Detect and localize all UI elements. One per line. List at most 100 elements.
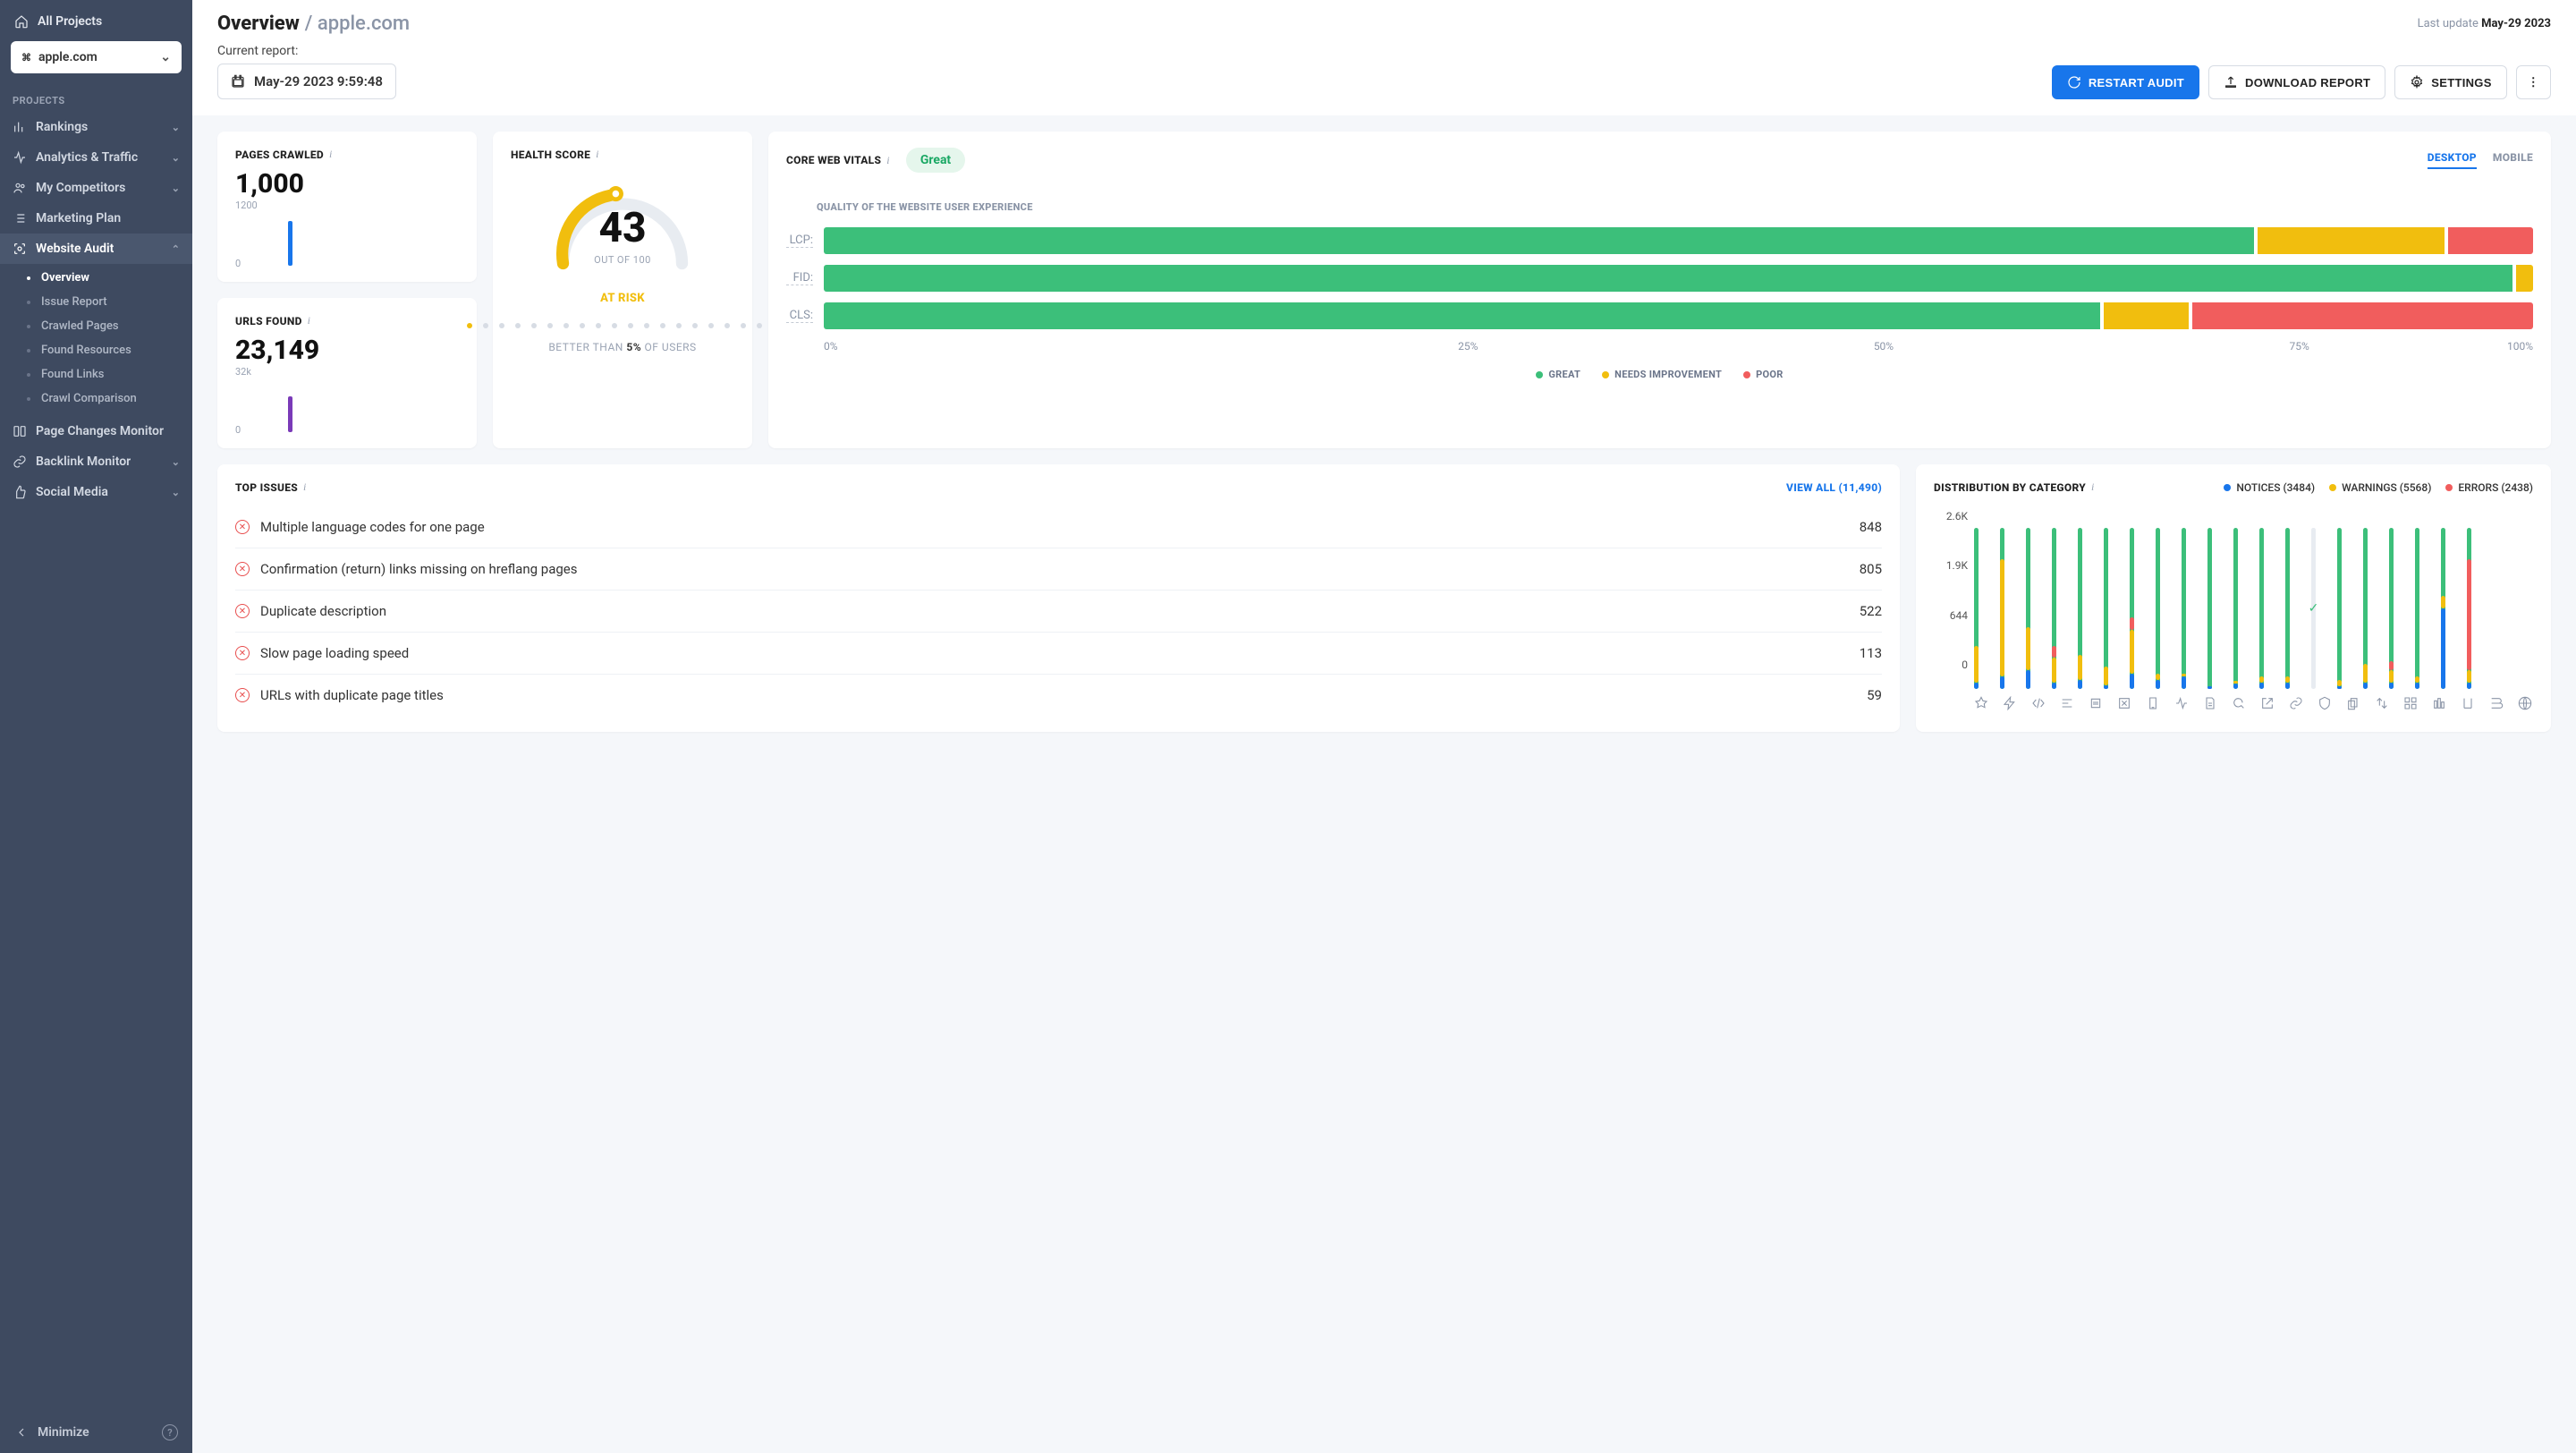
- nav-backlink[interactable]: Backlink Monitor ⌄: [0, 446, 192, 477]
- issue-name: Slow page loading speed: [260, 645, 409, 661]
- category-icon[interactable]: [2059, 696, 2075, 710]
- activity-icon: [13, 150, 27, 165]
- upload-icon: [2224, 75, 2238, 89]
- view-all-link[interactable]: VIEW ALL (11,490): [1786, 481, 1882, 494]
- category-icon[interactable]: [2345, 696, 2361, 710]
- info-icon[interactable]: i: [2091, 480, 2095, 494]
- sub-found-resources[interactable]: Found Resources: [0, 338, 192, 362]
- help-icon[interactable]: ?: [162, 1424, 178, 1440]
- dist-col: [2466, 528, 2472, 689]
- dist-col: [1999, 528, 2005, 689]
- cwv-axis: 0%25%50%75%100%: [824, 340, 2533, 353]
- category-icon[interactable]: [2002, 696, 2018, 710]
- sidebar: All Projects ⌘ apple.com ⌄ PROJECTS Rank…: [0, 0, 192, 1453]
- dist-col: [2051, 528, 2057, 689]
- info-icon[interactable]: i: [329, 148, 333, 161]
- issue-row[interactable]: ✕ Confirmation (return) links missing on…: [235, 548, 1882, 591]
- category-icon[interactable]: [2431, 696, 2447, 710]
- link-icon: [13, 455, 27, 469]
- home-icon: [14, 14, 29, 29]
- sub-crawl-comparison[interactable]: Crawl Comparison: [0, 387, 192, 411]
- category-icon[interactable]: [2488, 696, 2504, 710]
- dist-col: [2181, 528, 2187, 689]
- card-title: DISTRIBUTION BY CATEGORY: [1934, 481, 2086, 494]
- nav-website-audit[interactable]: Website Audit ⌃: [0, 234, 192, 264]
- nav-competitors[interactable]: My Competitors ⌄: [0, 173, 192, 203]
- category-icon[interactable]: [2460, 696, 2476, 710]
- nav-marketing[interactable]: Marketing Plan: [0, 203, 192, 234]
- report-date-picker[interactable]: May-29 2023 9:59:48: [217, 64, 396, 99]
- columns-icon: [13, 424, 27, 438]
- current-report-label: Current report:: [217, 44, 396, 58]
- more-menu-button[interactable]: ⋮: [2516, 65, 2551, 99]
- info-icon[interactable]: i: [308, 314, 311, 327]
- category-icon[interactable]: [2317, 696, 2333, 710]
- issue-name: Confirmation (return) links missing on h…: [260, 561, 577, 577]
- issue-row[interactable]: ✕ Slow page loading speed 113: [235, 633, 1882, 675]
- nav-label: Analytics & Traffic: [36, 150, 138, 165]
- cwv-row: LCP:: [786, 227, 2533, 254]
- info-icon[interactable]: i: [886, 154, 890, 167]
- calendar-icon: [231, 74, 245, 89]
- issue-row[interactable]: ✕ Multiple language codes for one page 8…: [235, 506, 1882, 548]
- nav-rankings[interactable]: Rankings ⌄: [0, 112, 192, 142]
- project-selector[interactable]: ⌘ apple.com ⌄: [11, 41, 182, 73]
- users-icon: [13, 181, 27, 195]
- minimize-label[interactable]: Minimize: [38, 1425, 89, 1440]
- info-icon[interactable]: i: [596, 148, 599, 161]
- chevron-down-icon: ⌄: [172, 122, 180, 133]
- cwv-bar: [824, 227, 2533, 254]
- urls-found-value: 23,149: [235, 335, 459, 366]
- category-icon[interactable]: [2374, 696, 2390, 710]
- chevron-up-icon: ⌃: [172, 243, 180, 255]
- nav-social[interactable]: Social Media ⌄: [0, 477, 192, 507]
- category-icon[interactable]: [2116, 696, 2132, 710]
- category-icon[interactable]: [2231, 696, 2247, 710]
- cwv-badge: Great: [906, 148, 965, 173]
- tab-mobile[interactable]: MOBILE: [2493, 151, 2533, 169]
- thumbs-up-icon: [13, 485, 27, 499]
- category-icon[interactable]: [2145, 696, 2161, 710]
- category-icon[interactable]: [2174, 696, 2190, 710]
- issue-count: 848: [1860, 519, 1882, 535]
- nav-analytics[interactable]: Analytics & Traffic ⌄: [0, 142, 192, 173]
- issue-row[interactable]: ✕ Duplicate description 522: [235, 591, 1882, 633]
- project-name: apple.com: [38, 50, 97, 64]
- nav-list: Rankings ⌄ Analytics & Traffic ⌄ My Comp…: [0, 112, 192, 507]
- dist-col: [2388, 528, 2394, 689]
- nav-label: Marketing Plan: [36, 211, 121, 225]
- sub-crawled-pages[interactable]: Crawled Pages: [0, 314, 192, 338]
- cwv-row: FID:: [786, 265, 2533, 292]
- category-icon[interactable]: [1973, 696, 1989, 710]
- category-icon[interactable]: [2088, 696, 2104, 710]
- sub-found-links[interactable]: Found Links: [0, 362, 192, 387]
- tab-desktop[interactable]: DESKTOP: [2428, 151, 2477, 169]
- category-icon[interactable]: [2202, 696, 2218, 710]
- category-icon[interactable]: [2030, 696, 2046, 710]
- issue-row[interactable]: ✕ URLs with duplicate page titles 59: [235, 675, 1882, 716]
- category-icon[interactable]: [2402, 696, 2419, 710]
- list-icon: [13, 211, 27, 225]
- sub-issue-report[interactable]: Issue Report: [0, 290, 192, 314]
- pages-crawled-value: 1,000: [235, 168, 459, 200]
- nav-page-changes[interactable]: Page Changes Monitor: [0, 416, 192, 446]
- category-icon[interactable]: [2517, 696, 2533, 710]
- page-title: Overview: [217, 13, 300, 35]
- dist-col: [2129, 528, 2135, 689]
- chevron-down-icon: ⌄: [172, 456, 180, 468]
- cwv-metric-label: CLS:: [786, 309, 813, 323]
- dist-col: [1973, 528, 1979, 689]
- pages-crawled-card: PAGES CRAWLEDi 1,000 1200 0: [217, 132, 477, 282]
- settings-button[interactable]: SETTINGS: [2394, 65, 2506, 99]
- restart-audit-button[interactable]: RESTART AUDIT: [2052, 65, 2199, 99]
- info-icon[interactable]: i: [303, 480, 307, 494]
- page-header: Overview / apple.com Last update May-29 …: [192, 0, 2576, 115]
- all-projects-link[interactable]: All Projects: [11, 13, 182, 30]
- category-icon[interactable]: [2288, 696, 2304, 710]
- sub-overview[interactable]: Overview: [0, 266, 192, 290]
- check-icon: ✓: [2309, 601, 2319, 616]
- arrow-left-icon[interactable]: [14, 1425, 29, 1440]
- download-report-button[interactable]: DOWNLOAD REPORT: [2208, 65, 2385, 99]
- category-icon[interactable]: [2259, 696, 2275, 710]
- card-title: URLS FOUND: [235, 315, 302, 327]
